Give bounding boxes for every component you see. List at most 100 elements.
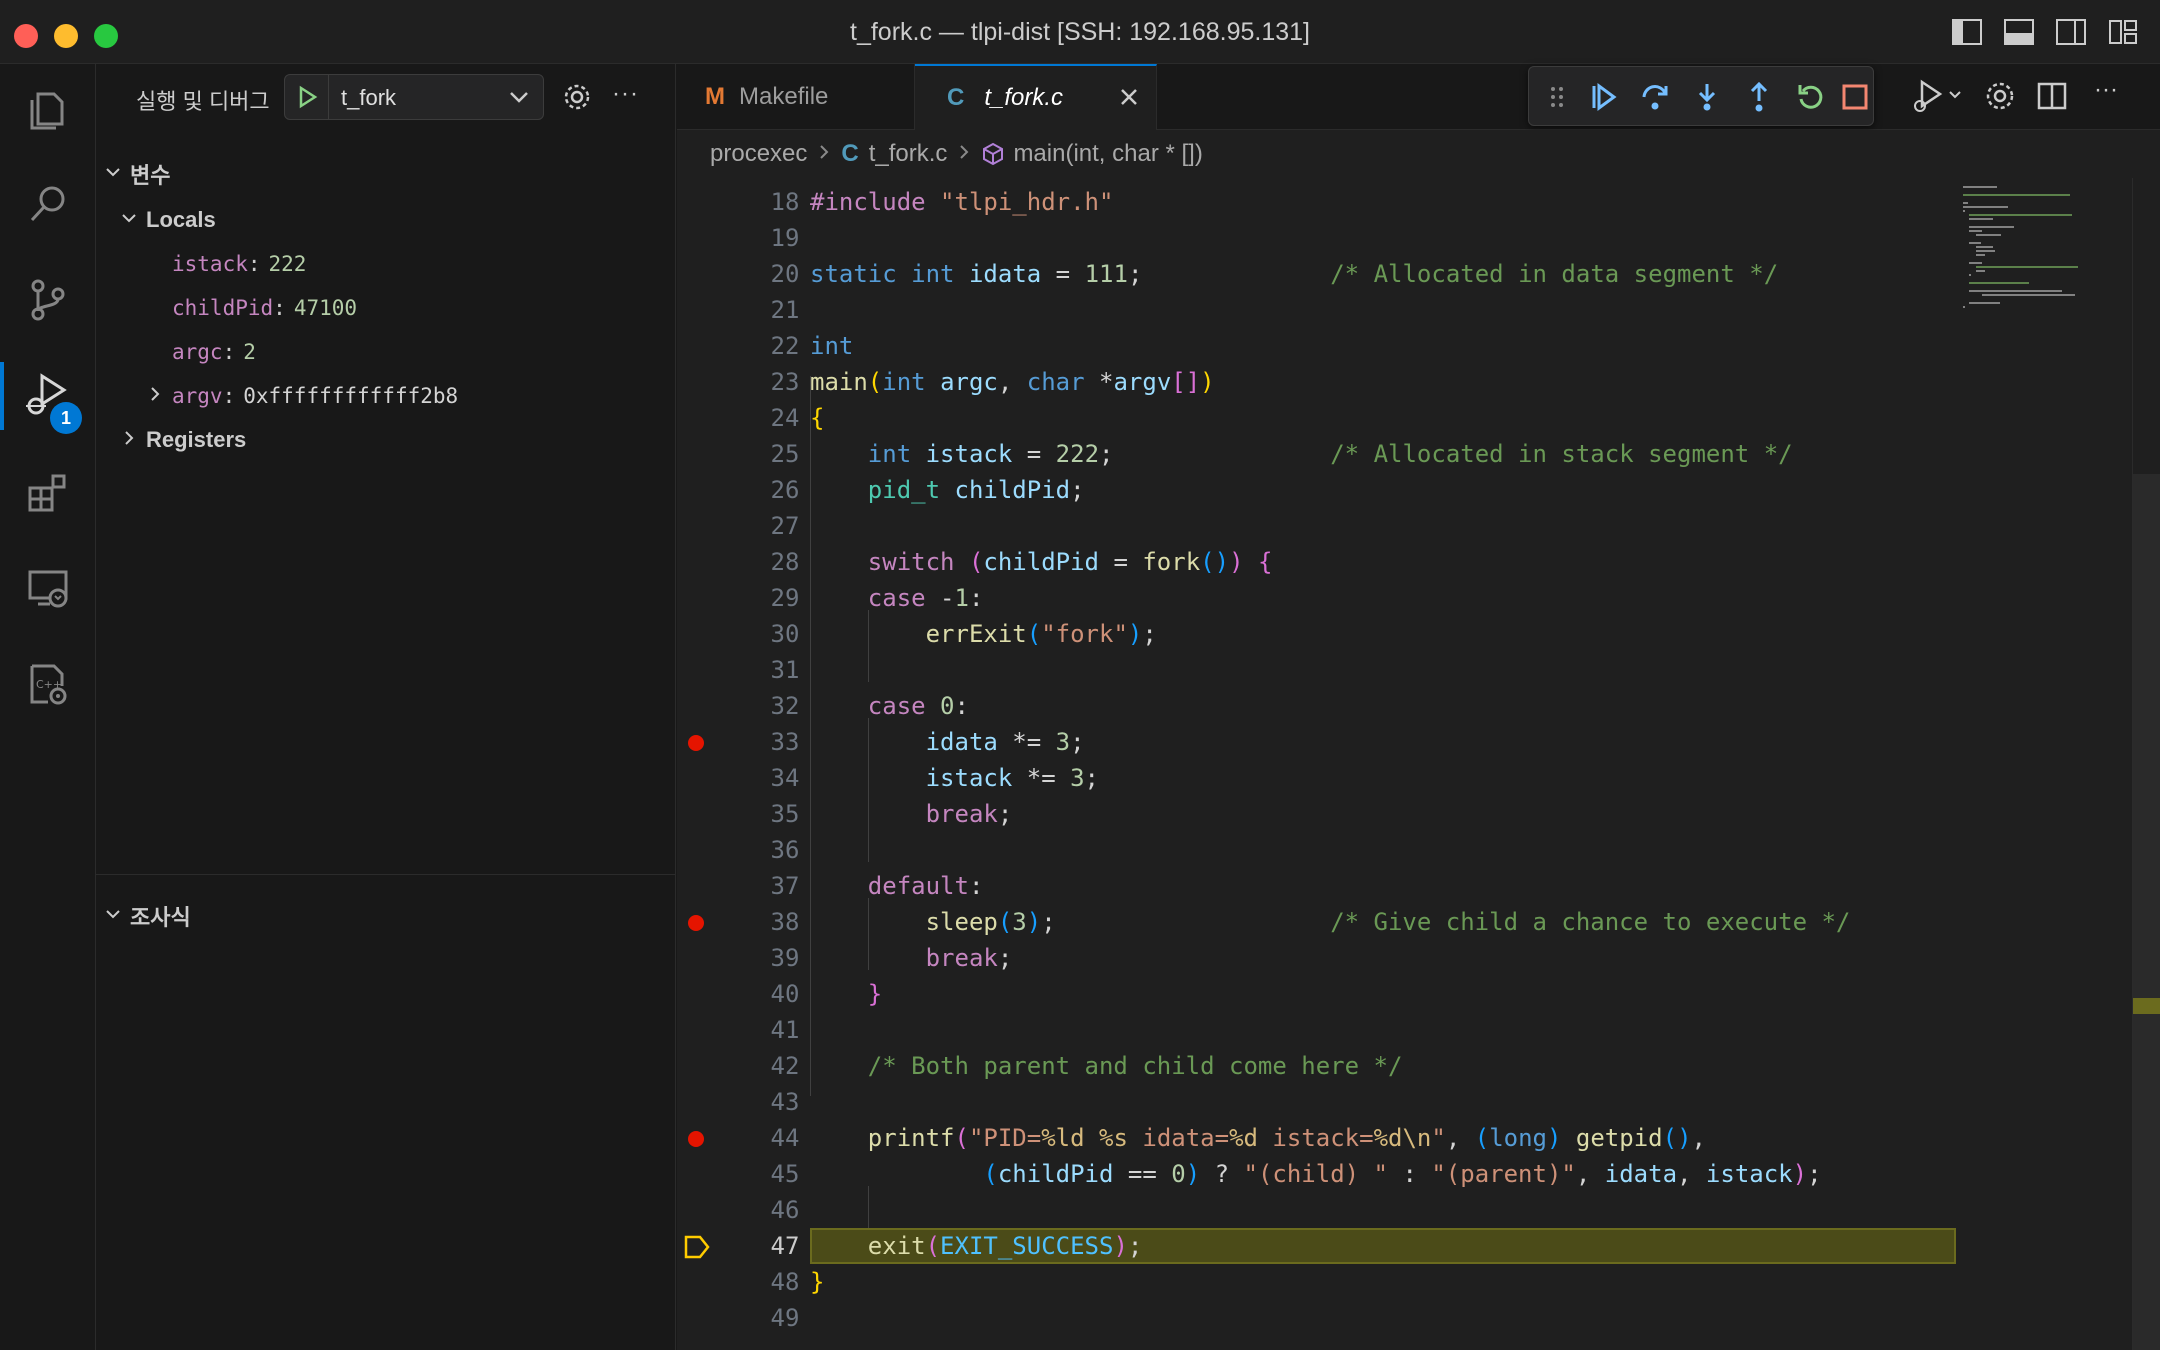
chevron-right-icon	[112, 427, 146, 453]
code-line[interactable]: 23 main(int argc, char *argv[])	[677, 364, 2160, 400]
code-line[interactable]: 37 default:	[677, 868, 2160, 904]
gear-icon[interactable]	[1980, 76, 2020, 116]
window-title: t_fork.c — tlpi-dist [SSH: 192.168.95.13…	[850, 18, 1310, 46]
run-debug-dropdown-icon[interactable]	[1910, 76, 1961, 116]
minimap-line	[1963, 186, 1997, 188]
code-line[interactable]: 36	[677, 832, 2160, 868]
chevron-right-icon[interactable]	[138, 384, 172, 408]
scrollbar-thumb[interactable]	[2133, 474, 2160, 1350]
split-editor-icon[interactable]	[2032, 76, 2072, 116]
code-text: break;	[925, 800, 1013, 828]
debug-config-dropdown[interactable]: t_fork	[284, 74, 544, 120]
code-line[interactable]: 25 int istack = 222; /* Allocated in sta…	[677, 436, 2160, 472]
run-debug-icon[interactable]: 1	[0, 352, 96, 440]
variable-separator: :	[247, 252, 261, 276]
toggle-secondary-sidebar-icon[interactable]	[2054, 16, 2088, 48]
code-line[interactable]: 24{	[677, 400, 2160, 436]
line-number: 19	[770, 224, 800, 252]
code-line[interactable]: 30 errExit("fork");	[677, 616, 2160, 652]
toggle-primary-sidebar-icon[interactable]	[1950, 16, 1984, 48]
gear-icon[interactable]	[562, 82, 592, 117]
breadcrumb-symbol[interactable]: main(int, char * [])	[1013, 140, 1202, 168]
close-icon[interactable]	[1116, 84, 1142, 117]
tab-t-fork-c[interactable]: C t_fork.c	[915, 64, 1157, 130]
variable-row[interactable]: istack:222	[96, 242, 676, 286]
breadcrumb-file[interactable]: t_fork.c	[869, 140, 948, 168]
minimap-line	[1969, 274, 1971, 276]
debug-config-name: t_fork	[341, 85, 397, 110]
code-line[interactable]: 28 switch (childPid = fork()) {	[677, 544, 2160, 580]
drag-handle-icon[interactable]	[1541, 81, 1573, 113]
chevron-down-icon	[507, 85, 531, 114]
minimap[interactable]	[1963, 178, 2119, 378]
c-file-icon: C	[841, 140, 859, 167]
more-actions-icon[interactable]: ···	[612, 80, 639, 108]
remote-explorer-icon[interactable]	[0, 544, 96, 632]
code-line[interactable]: 31	[677, 652, 2160, 688]
variables-section-header[interactable]: 변수	[96, 154, 676, 194]
code-line[interactable]: 47 exit(EXIT_SUCCESS);	[677, 1228, 2160, 1264]
watch-section-header[interactable]: 조사식	[96, 896, 676, 936]
code-line[interactable]: 35 break;	[677, 796, 2160, 832]
step-over-icon[interactable]	[1639, 81, 1671, 113]
explorer-icon[interactable]	[0, 66, 96, 154]
code-editor[interactable]: 18 #include "tlpi_hdr.h" 19 20 static int id…	[677, 178, 2160, 1350]
code-line[interactable]: 49	[677, 1300, 2160, 1336]
step-into-icon[interactable]	[1691, 81, 1723, 113]
cmake-icon[interactable]: C++	[0, 640, 96, 728]
minimap-line	[1969, 214, 2072, 216]
code-line[interactable]: 32 case 0:	[677, 688, 2160, 724]
code-line[interactable]: 39 break;	[677, 940, 2160, 976]
code-text: break;	[925, 944, 1013, 972]
search-icon[interactable]	[0, 160, 96, 248]
code-line[interactable]: 18 #include "tlpi_hdr.h"	[677, 184, 2160, 220]
code-line[interactable]: 27	[677, 508, 2160, 544]
code-line[interactable]: 29 case -1:	[677, 580, 2160, 616]
variable-row[interactable]: childPid:47100	[96, 286, 676, 330]
breakpoint-icon[interactable]	[688, 735, 704, 751]
continue-icon[interactable]	[1587, 81, 1619, 113]
code-line[interactable]: 22 int	[677, 328, 2160, 364]
code-line[interactable]: 43	[677, 1084, 2160, 1120]
extensions-icon[interactable]	[0, 448, 96, 536]
code-line[interactable]: 45 (childPid == 0) ? "(child) " : "(pare…	[677, 1156, 2160, 1192]
customize-layout-icon[interactable]	[2106, 16, 2140, 48]
registers-group[interactable]: Registers	[96, 418, 676, 462]
code-line[interactable]: 41	[677, 1012, 2160, 1048]
source-control-icon[interactable]	[0, 256, 96, 344]
code-line[interactable]: 42 /* Both parent and child come here */	[677, 1048, 2160, 1084]
code-line[interactable]: 19	[677, 220, 2160, 256]
code-line[interactable]: 20 static int idata = 111; /* Allocated i…	[677, 256, 2160, 292]
code-line[interactable]: 26 pid_t childPid;	[677, 472, 2160, 508]
minimap-line	[1963, 206, 2008, 208]
code-text: }	[810, 1268, 825, 1296]
breakpoint-icon[interactable]	[688, 1131, 704, 1147]
step-out-icon[interactable]	[1743, 81, 1775, 113]
variable-row[interactable]: argc:2	[96, 330, 676, 374]
code-text: static int idata = 111; /* Allocated in …	[810, 260, 1779, 288]
code-line[interactable]: 46	[677, 1192, 2160, 1228]
breakpoint-icon[interactable]	[688, 915, 704, 931]
sidebar-title: 실행 및 디버그	[136, 89, 270, 114]
tab-makefile[interactable]: M Makefile	[677, 64, 915, 130]
debug-badge: 1	[50, 402, 82, 434]
activity-bar: 1 C++	[0, 64, 96, 1350]
more-actions-icon[interactable]: ···	[2086, 76, 2126, 116]
code-line[interactable]: 21	[677, 292, 2160, 328]
code-line[interactable]: 33 idata *= 3;	[677, 724, 2160, 760]
code-line[interactable]: 44 printf("PID=%ld %s idata=%d istack=%d…	[677, 1120, 2160, 1156]
code-line[interactable]: 38 sleep(3); /* Give child a chance to e…	[677, 904, 2160, 940]
start-debugging-button[interactable]	[285, 75, 329, 119]
locals-group[interactable]: Locals	[96, 198, 676, 242]
restart-icon[interactable]	[1795, 81, 1827, 113]
minimap-line	[1969, 230, 1983, 232]
variable-row[interactable]: argv:0xffffffffffff2b8	[96, 374, 676, 418]
code-line[interactable]: 34 istack *= 3;	[677, 760, 2160, 796]
breadcrumb-folder[interactable]: procexec	[710, 140, 807, 168]
variable-separator: :	[222, 340, 236, 364]
toggle-panel-icon[interactable]	[2002, 16, 2036, 48]
stop-icon[interactable]	[1839, 81, 1871, 113]
editor-scrollbar[interactable]	[2132, 178, 2160, 1350]
code-line[interactable]: 48}	[677, 1264, 2160, 1300]
code-line[interactable]: 40 }	[677, 976, 2160, 1012]
